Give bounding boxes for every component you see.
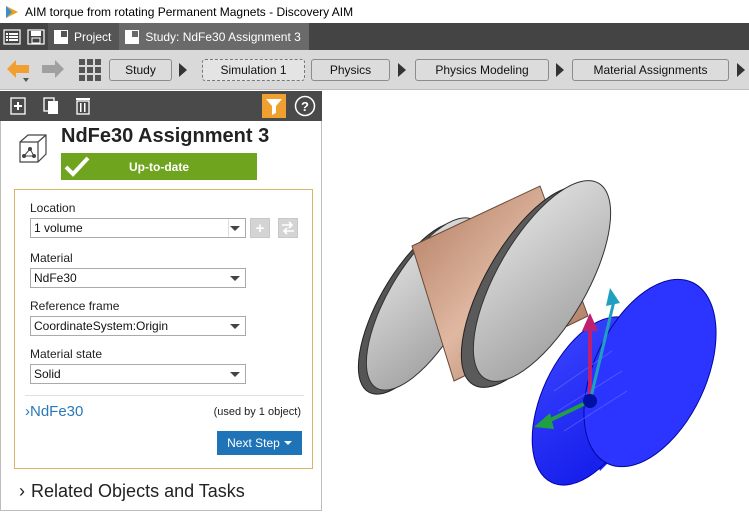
- add-location-button[interactable]: +: [250, 218, 270, 238]
- workflow-separator-icon: [179, 63, 187, 77]
- title-bar: AIM torque from rotating Permanent Magne…: [0, 0, 749, 23]
- filter-icon: [266, 99, 282, 115]
- new-object-icon[interactable]: [10, 97, 26, 115]
- workflow-step-study[interactable]: Study: [109, 59, 172, 81]
- tab-project-label: Project: [74, 29, 112, 44]
- list-icon: [3, 28, 21, 45]
- chevron-down-icon: [230, 372, 240, 377]
- svg-text:?: ?: [301, 99, 309, 114]
- grid-view-icon[interactable]: [79, 59, 102, 82]
- duplicate-icon[interactable]: [43, 97, 59, 115]
- swap-location-button[interactable]: [278, 218, 298, 238]
- save-button[interactable]: [24, 23, 48, 50]
- chevron-down-icon: [230, 226, 240, 231]
- panel-title: NdFe30 Assignment 3: [61, 125, 270, 147]
- 3d-viewport[interactable]: [322, 91, 749, 531]
- workflow-step-physics[interactable]: Physics: [311, 59, 390, 81]
- used-by-text: (used by 1 object): [213, 406, 301, 418]
- material-label: Material: [30, 251, 73, 265]
- next-step-label: Next Step: [227, 436, 280, 450]
- next-step-button[interactable]: Next Step: [217, 431, 302, 455]
- workflow-bar: Study Simulation 1 Physics Physics Model…: [0, 50, 749, 90]
- material-state-dropdown[interactable]: Solid: [30, 364, 246, 384]
- origin-point: [583, 394, 597, 408]
- location-dropdown[interactable]: 1 volume: [30, 218, 246, 238]
- workflow-step-material-assignments[interactable]: Material Assignments: [572, 59, 729, 81]
- model-view[interactable]: [322, 91, 749, 531]
- reference-frame-dropdown[interactable]: CoordinateSystem:Origin: [30, 316, 246, 336]
- study-icon: [125, 29, 140, 44]
- save-icon: [27, 28, 45, 45]
- tab-study[interactable]: Study: NdFe30 Assignment 3: [119, 23, 309, 50]
- forward-arrow-icon[interactable]: [40, 58, 66, 82]
- tab-study-label: Study: NdFe30 Assignment 3: [145, 29, 301, 44]
- workflow-separator-icon: [556, 63, 564, 77]
- app-logo-icon: [6, 5, 18, 18]
- material-state-label: Material state: [30, 347, 103, 361]
- material-state-value: Solid: [34, 367, 61, 381]
- properties-panel: NdFe30 Assignment 3 Up-to-date Location …: [0, 121, 322, 511]
- workflow-step-physics-modeling[interactable]: Physics Modeling: [415, 59, 549, 81]
- location-label: Location: [30, 201, 76, 215]
- menu-list-button[interactable]: [0, 23, 24, 50]
- chevron-down-icon: [230, 324, 240, 329]
- chevron-down-icon: [230, 276, 240, 281]
- reference-frame-label: Reference frame: [30, 299, 120, 313]
- filter-button[interactable]: [262, 94, 286, 118]
- back-arrow-icon[interactable]: [5, 58, 35, 84]
- material-dropdown[interactable]: NdFe30: [30, 268, 246, 288]
- tab-project[interactable]: Project: [48, 23, 120, 50]
- panel-toolbar: ?: [0, 91, 322, 121]
- plus-icon: +: [255, 219, 265, 237]
- delete-icon[interactable]: [75, 97, 91, 115]
- window-title: AIM torque from rotating Permanent Magne…: [25, 4, 354, 19]
- material-link-label: NdFe30: [30, 403, 84, 420]
- tab-bar: Project Study: NdFe30 Assignment 3: [0, 23, 749, 50]
- related-objects-section[interactable]: › Related Objects and Tasks: [19, 481, 245, 502]
- workflow-separator-icon: [398, 63, 406, 77]
- chevron-right-icon: ›: [19, 481, 25, 501]
- related-objects-label: Related Objects and Tasks: [31, 481, 245, 501]
- help-icon[interactable]: ?: [294, 95, 316, 117]
- material-value: NdFe30: [34, 271, 77, 285]
- workflow-step-simulation[interactable]: Simulation 1: [202, 59, 305, 81]
- swap-icon: [282, 221, 294, 235]
- reference-frame-value: CoordinateSystem:Origin: [34, 319, 169, 333]
- properties-group: Location 1 volume + Material NdFe30 Refe…: [14, 189, 313, 469]
- divider: [25, 395, 304, 396]
- material-assignment-icon: [19, 134, 47, 163]
- project-icon: [54, 29, 68, 44]
- caret-down-icon: [283, 441, 292, 445]
- material-link[interactable]: ›NdFe30: [25, 403, 83, 420]
- status-text: Up-to-date: [129, 159, 189, 174]
- check-icon: [64, 156, 90, 177]
- workflow-separator-icon: [737, 63, 745, 77]
- location-value: 1 volume: [34, 221, 83, 235]
- status-badge: Up-to-date: [61, 153, 257, 180]
